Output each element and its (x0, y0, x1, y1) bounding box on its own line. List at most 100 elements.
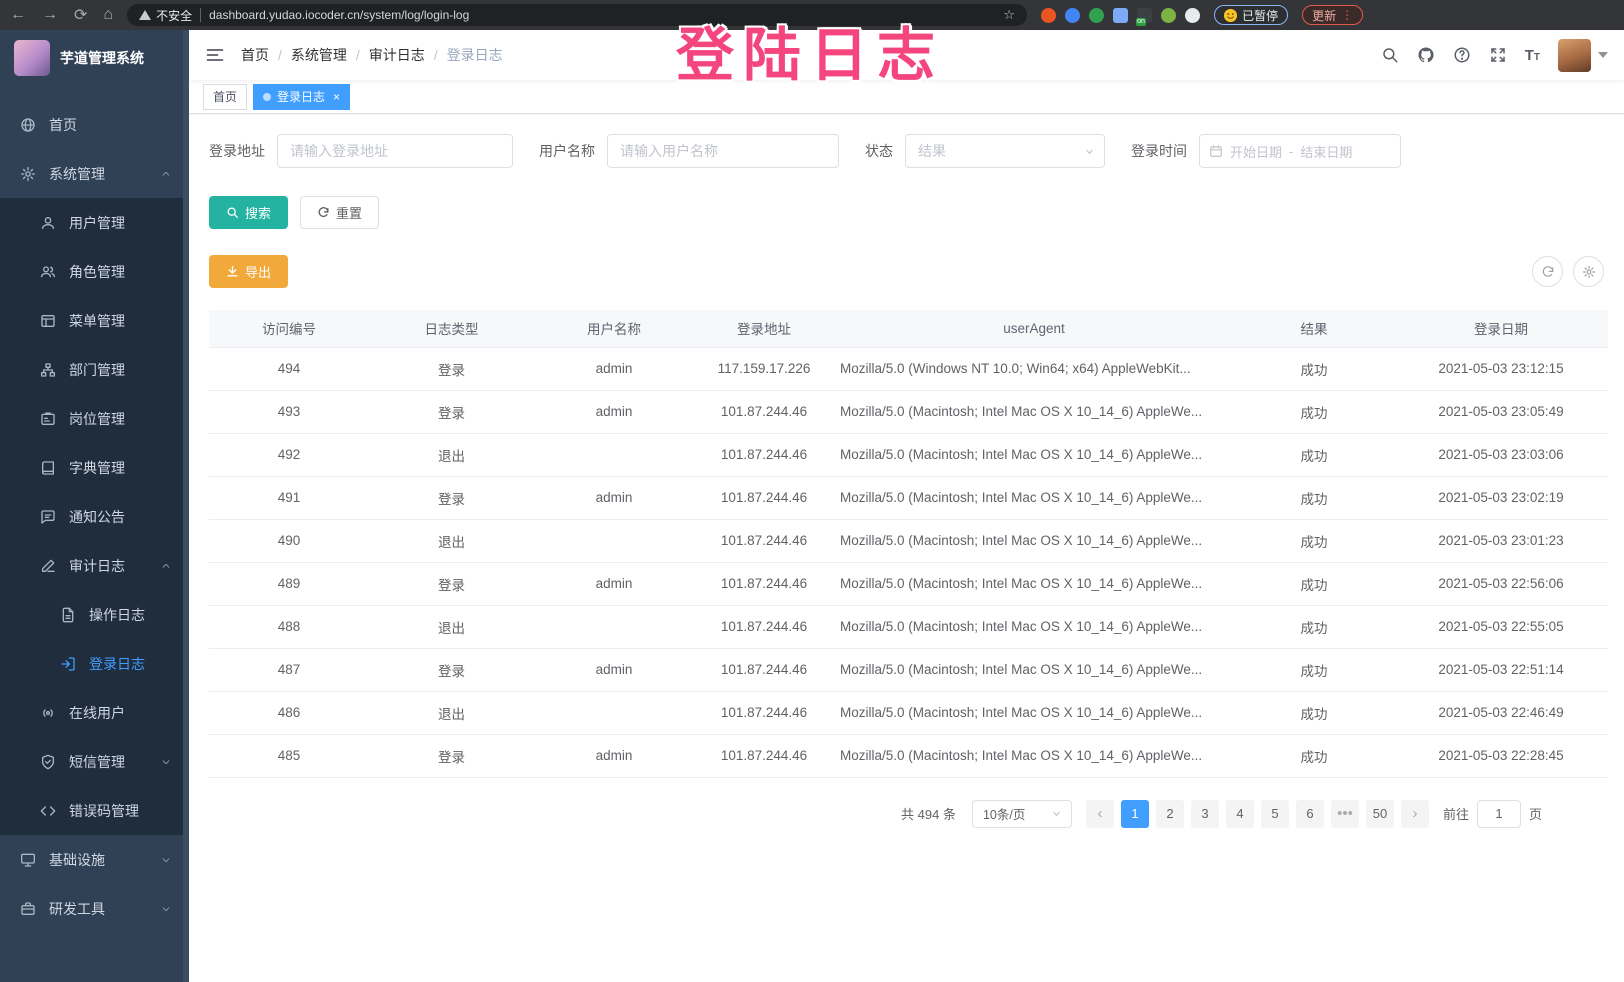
table-header-row: 访问编号日志类型用户名称登录地址userAgent结果登录日期 (209, 310, 1608, 347)
page-button-50[interactable]: 50 (1366, 800, 1394, 828)
page-button-1[interactable]: 1 (1121, 800, 1149, 828)
refresh-table-button[interactable] (1532, 256, 1563, 287)
sidebar-item-audit-log[interactable]: 审计日志 (0, 541, 189, 590)
cell-username (534, 605, 694, 648)
table-row[interactable]: 491登录admin101.87.244.46Mozilla/5.0 (Maci… (209, 476, 1608, 519)
sidebar-item-login-log[interactable]: 登录日志 (0, 639, 189, 688)
screen: ← → ⟳ ⌂ 不安全 dashboard.yudao.iocoder.cn/s… (0, 0, 1624, 982)
sidebar-logo-row[interactable]: 芋道管理系统 (0, 30, 189, 86)
extension-blue-white-icon[interactable] (1113, 8, 1128, 23)
date-separator: - (1289, 144, 1293, 159)
close-icon[interactable]: × (333, 90, 340, 104)
username-input[interactable] (607, 134, 839, 168)
home-icon[interactable]: ⌂ (103, 6, 113, 24)
code-icon (40, 803, 56, 819)
status-select[interactable]: 结果 (905, 134, 1105, 168)
reset-button[interactable]: 重置 (300, 196, 379, 229)
sidebar-item-infrastructure[interactable]: 基础设施 (0, 835, 189, 884)
user-menu[interactable] (1558, 39, 1608, 72)
warning-icon (139, 10, 151, 20)
export-button[interactable]: 导出 (209, 255, 288, 288)
table-row[interactable]: 485登录admin101.87.244.46Mozilla/5.0 (Maci… (209, 734, 1608, 777)
breadcrumb-item[interactable]: 审计日志 (369, 45, 425, 65)
table-row[interactable]: 490退出101.87.244.46Mozilla/5.0 (Macintosh… (209, 519, 1608, 562)
sidebar-item-label: 角色管理 (69, 262, 125, 282)
help-icon[interactable] (1453, 46, 1471, 64)
sidebar-item-dev-tools[interactable]: 研发工具 (0, 884, 189, 933)
goto-page-input[interactable] (1477, 800, 1521, 828)
extension-on-badge-icon[interactable]: on (1137, 8, 1152, 23)
github-icon[interactable] (1417, 46, 1435, 64)
table-row[interactable]: 488退出101.87.244.46Mozilla/5.0 (Macintosh… (209, 605, 1608, 648)
bookmark-star-icon[interactable]: ☆ (1003, 7, 1015, 23)
sidebar-item-sms-management[interactable]: 短信管理 (0, 737, 189, 786)
column-header-login-date: 登录日期 (1394, 310, 1608, 347)
extension-pinwheel-icon[interactable] (1185, 8, 1200, 23)
prev-page-button[interactable]: ‹ (1086, 800, 1114, 828)
page-button-4[interactable]: 4 (1226, 800, 1254, 828)
page-size-select[interactable]: 10条/页 (972, 800, 1072, 828)
sidebar-item-user-management[interactable]: 用户管理 (0, 198, 189, 247)
next-page-button[interactable]: › (1401, 800, 1429, 828)
sidebar-item-dict-management[interactable]: 字典管理 (0, 443, 189, 492)
sidebar-item-label: 登录日志 (89, 654, 145, 674)
table-row[interactable]: 487登录admin101.87.244.46Mozilla/5.0 (Maci… (209, 648, 1608, 691)
sidebar-item-menu-management[interactable]: 菜单管理 (0, 296, 189, 345)
extension-blue-drop-icon[interactable] (1065, 8, 1080, 23)
sidebar-item-role-management[interactable]: 角色管理 (0, 247, 189, 296)
forward-icon[interactable]: → (42, 6, 58, 24)
cell-result: 成功 (1234, 734, 1394, 777)
chevron-up-icon (161, 561, 171, 571)
date-range-picker[interactable]: 开始日期 - 结束日期 (1199, 134, 1401, 168)
sidebar-item-operation-log[interactable]: 操作日志 (0, 590, 189, 639)
table-row[interactable]: 493登录admin101.87.244.46Mozilla/5.0 (Maci… (209, 390, 1608, 433)
search-button[interactable]: 搜索 (209, 196, 288, 229)
login-address-input[interactable] (277, 134, 513, 168)
sidebar-item-post-management[interactable]: 岗位管理 (0, 394, 189, 443)
extension-orange-circle-icon[interactable] (1041, 8, 1056, 23)
chevron-down-icon (161, 904, 171, 914)
reload-icon[interactable]: ⟳ (74, 5, 87, 25)
page-button-2[interactable]: 2 (1156, 800, 1184, 828)
sidebar-item-error-code-management[interactable]: 错误码管理 (0, 786, 189, 835)
cell-id: 488 (209, 605, 369, 648)
sidebar-item-notice-announcement[interactable]: 通知公告 (0, 492, 189, 541)
security-chip[interactable]: 不安全 (139, 7, 192, 24)
sidebar-item-system-management[interactable]: 系统管理 (0, 149, 189, 198)
table-row[interactable]: 492退出101.87.244.46Mozilla/5.0 (Macintosh… (209, 433, 1608, 476)
cell-result: 成功 (1234, 691, 1394, 734)
search-icon[interactable] (1381, 46, 1399, 64)
page-button-6[interactable]: 6 (1296, 800, 1324, 828)
cell-id: 485 (209, 734, 369, 777)
back-icon[interactable]: ← (10, 6, 26, 24)
paused-extension-pill[interactable]: 已暂停 (1214, 5, 1288, 25)
table-row[interactable]: 489登录admin101.87.244.46Mozilla/5.0 (Maci… (209, 562, 1608, 605)
breadcrumb-item[interactable]: 首页 (241, 45, 269, 65)
sidebar-item-online-users[interactable]: 在线用户 (0, 688, 189, 737)
hamburger-icon[interactable] (205, 45, 225, 65)
browser-menu-icon[interactable]: ⋮ (1341, 8, 1353, 22)
tag-login-log[interactable]: 登录日志 × (253, 84, 350, 110)
browser-update-button[interactable]: 更新 ⋮ (1302, 5, 1363, 25)
tag-home[interactable]: 首页 (203, 84, 247, 110)
sidebar: 芋道管理系统 首页系统管理用户管理角色管理菜单管理部门管理岗位管理字典管理通知公… (0, 30, 189, 982)
page-button-5[interactable]: 5 (1261, 800, 1289, 828)
cell-login-ip: 101.87.244.46 (694, 691, 834, 734)
page-button-3[interactable]: 3 (1191, 800, 1219, 828)
column-settings-button[interactable] (1573, 256, 1604, 287)
address-bar[interactable]: 不安全 dashboard.yudao.iocoder.cn/system/lo… (127, 4, 1027, 26)
filter-label: 登录地址 (209, 141, 265, 161)
fullscreen-icon[interactable] (1489, 46, 1507, 64)
sidebar-item-dept-management[interactable]: 部门管理 (0, 345, 189, 394)
font-size-icon[interactable]: TT (1525, 47, 1540, 64)
table-row[interactable]: 486退出101.87.244.46Mozilla/5.0 (Macintosh… (209, 691, 1608, 734)
column-header-username: 用户名称 (534, 310, 694, 347)
table-row[interactable]: 494登录admin117.159.17.226Mozilla/5.0 (Win… (209, 347, 1608, 390)
breadcrumb-separator: / (434, 47, 438, 63)
login-icon (60, 656, 76, 672)
more-pages-icon[interactable]: ••• (1331, 800, 1359, 828)
extension-green-circle-icon[interactable] (1089, 8, 1104, 23)
sidebar-item-home[interactable]: 首页 (0, 100, 189, 149)
breadcrumb-item[interactable]: 系统管理 (291, 45, 347, 65)
extension-green-leaf-icon[interactable] (1161, 8, 1176, 23)
